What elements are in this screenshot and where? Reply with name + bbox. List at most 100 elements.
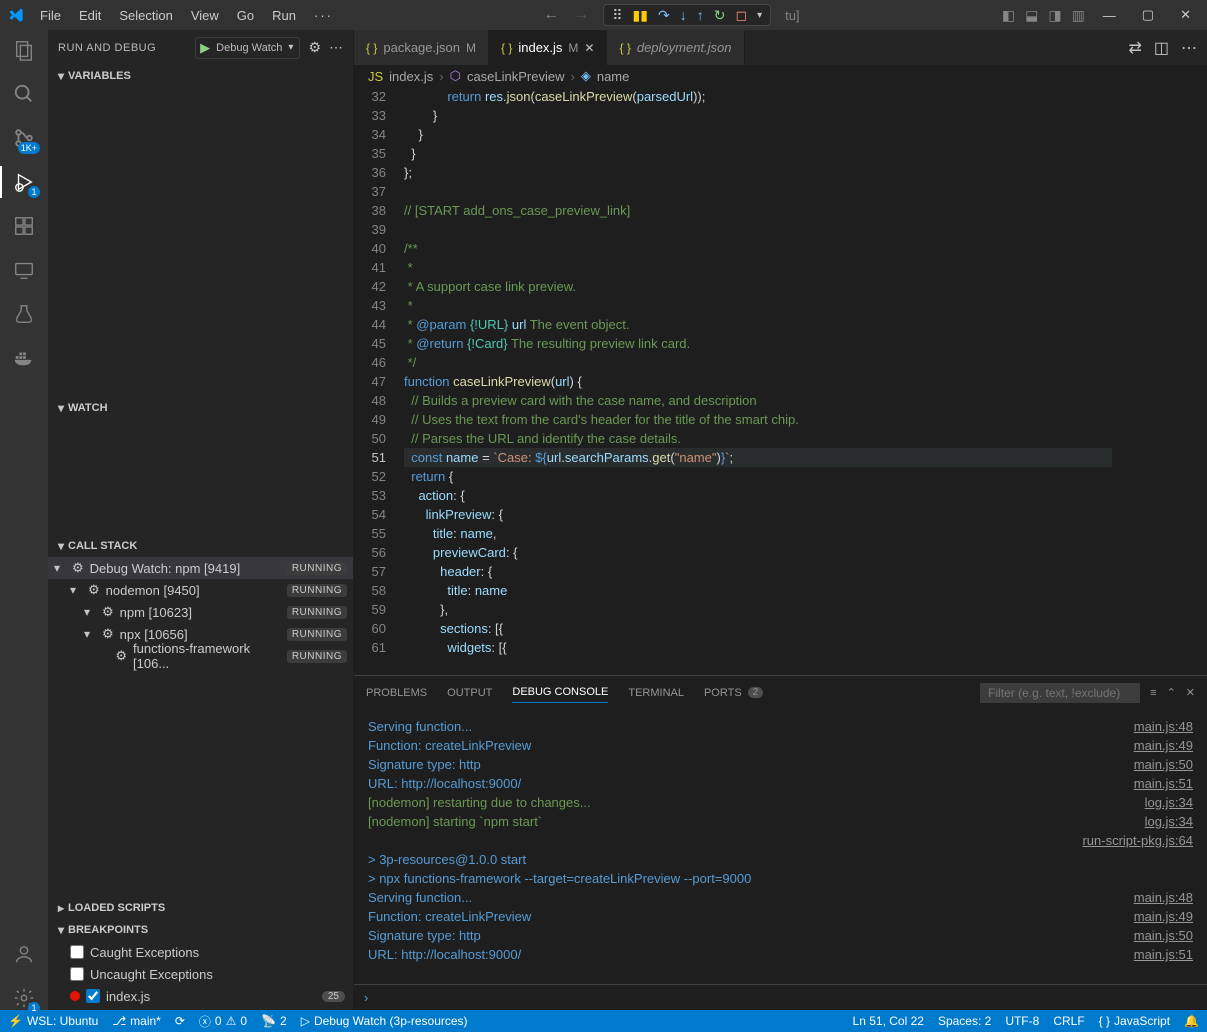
- variables-header[interactable]: ▾VARIABLES: [48, 65, 353, 87]
- pause-icon[interactable]: ▮▮: [633, 7, 648, 24]
- settings-badge: 1: [28, 1002, 40, 1014]
- debug-chevron-icon[interactable]: ▾: [757, 10, 762, 21]
- notifications-icon[interactable]: 🔔: [1184, 1014, 1199, 1028]
- settings-gear-icon[interactable]: 1: [12, 986, 36, 1010]
- step-out-icon[interactable]: ↑: [697, 7, 704, 23]
- source-control-icon[interactable]: 1K+: [12, 126, 36, 150]
- watch-header[interactable]: ▾WATCH: [48, 397, 353, 419]
- debug-more-icon[interactable]: ⋯: [329, 39, 343, 56]
- editor-tabs: { }package.jsonM{ }index.jsM✕{ }deployme…: [354, 30, 1207, 65]
- debug-status[interactable]: ▷ Debug Watch (3p-resources): [301, 1014, 468, 1028]
- title-bar: File Edit Selection View Go Run ··· ← → …: [0, 0, 1207, 30]
- window-close[interactable]: ✕: [1172, 5, 1199, 25]
- accounts-icon[interactable]: [12, 942, 36, 966]
- panel-collapse-icon[interactable]: ⌃: [1167, 682, 1176, 703]
- panel-filter-icon[interactable]: ≡: [1150, 683, 1156, 703]
- ports-count: 2: [748, 687, 764, 698]
- cursor-position[interactable]: Ln 51, Col 22: [853, 1014, 924, 1028]
- menu-selection[interactable]: Selection: [111, 4, 180, 27]
- debug-config-selector[interactable]: ▶ Debug Watch ▾: [195, 37, 300, 59]
- callstack-row[interactable]: ▾⚙Debug Watch: npm [9419]RUNNING: [48, 557, 353, 579]
- menu-file[interactable]: File: [32, 4, 69, 27]
- remote-indicator[interactable]: ⚡ WSL: Ubuntu: [8, 1014, 98, 1028]
- problems-indicator[interactable]: ⓧ 0 ⚠ 0: [199, 1013, 247, 1030]
- encoding[interactable]: UTF-8: [1005, 1014, 1039, 1028]
- remote-explorer-icon[interactable]: [12, 258, 36, 282]
- callstack-row[interactable]: ▾⚙npm [10623]RUNNING: [48, 601, 353, 623]
- tab-problems[interactable]: PROBLEMS: [366, 683, 427, 703]
- console-filter-input[interactable]: [980, 683, 1140, 703]
- bp-uncaught[interactable]: Uncaught Exceptions: [70, 963, 353, 985]
- layout-bottom-icon[interactable]: ⬓: [1025, 7, 1038, 24]
- start-debug-icon[interactable]: ▶: [200, 40, 210, 56]
- compare-icon[interactable]: ⇄: [1128, 38, 1141, 58]
- window-title-suffix: tu]: [785, 8, 799, 23]
- step-into-icon[interactable]: ↓: [680, 7, 687, 23]
- debug-console-output[interactable]: Serving function...main.js:48Function: c…: [354, 709, 1207, 984]
- bp-caught-checkbox[interactable]: [70, 945, 84, 959]
- git-sync[interactable]: ⟳: [175, 1014, 185, 1028]
- debug-badge: 1: [28, 186, 40, 198]
- breakpoints-header[interactable]: ▾BREAKPOINTS: [48, 919, 353, 941]
- debug-settings-icon[interactable]: ⚙: [308, 39, 321, 56]
- tab-terminal[interactable]: TERMINAL: [628, 683, 684, 703]
- chevron-down-icon[interactable]: ▾: [288, 42, 293, 53]
- editor-tab[interactable]: { }deployment.json: [607, 30, 744, 65]
- bp-uncaught-checkbox[interactable]: [70, 967, 84, 981]
- editor-group: { }package.jsonM{ }index.jsM✕{ }deployme…: [354, 30, 1207, 1010]
- scm-badge: 1K+: [18, 142, 40, 154]
- window-maximize[interactable]: ▢: [1134, 5, 1162, 25]
- callstack-header[interactable]: ▾CALL STACK: [48, 535, 353, 557]
- git-branch[interactable]: ⎇ main*: [112, 1014, 161, 1028]
- menu-edit[interactable]: Edit: [71, 4, 109, 27]
- layout-custom-icon[interactable]: ▥: [1072, 7, 1085, 24]
- tab-output[interactable]: OUTPUT: [447, 683, 492, 703]
- search-icon[interactable]: [12, 82, 36, 106]
- menu-more[interactable]: ···: [306, 4, 341, 27]
- editor-tab[interactable]: { }index.jsM✕: [489, 30, 608, 65]
- breadcrumb[interactable]: JS index.js› ⬡ caseLinkPreview› ◈ name: [354, 65, 1207, 87]
- nav-forward-icon[interactable]: →: [573, 6, 589, 24]
- explorer-icon[interactable]: [12, 38, 36, 62]
- panel-close-icon[interactable]: ✕: [1186, 682, 1195, 703]
- tab-debug-console[interactable]: DEBUG CONSOLE: [512, 682, 608, 703]
- callstack-row[interactable]: ⚙functions-framework [106...RUNNING: [48, 645, 353, 667]
- js-file-icon: JS: [368, 69, 383, 84]
- layout-right-icon[interactable]: ◨: [1048, 7, 1061, 24]
- menu-run[interactable]: Run: [264, 4, 304, 27]
- loadedscripts-header[interactable]: ▸LOADED SCRIPTS: [48, 897, 353, 919]
- drag-handle-icon[interactable]: ⠿: [612, 7, 622, 24]
- menu-go[interactable]: Go: [229, 4, 262, 27]
- nav-back-icon[interactable]: ←: [543, 6, 559, 24]
- tab-ports[interactable]: PORTS: [704, 683, 742, 703]
- bp-caught[interactable]: Caught Exceptions: [70, 941, 353, 963]
- testing-icon[interactable]: [12, 302, 36, 326]
- app-menu: File Edit Selection View Go Run ···: [32, 4, 341, 27]
- debug-console-input[interactable]: ›: [354, 984, 1207, 1010]
- tab-more-icon[interactable]: ⋯: [1181, 38, 1197, 58]
- method-icon: ⬡: [450, 68, 461, 84]
- step-over-icon[interactable]: ↷: [658, 7, 670, 24]
- menu-view[interactable]: View: [183, 4, 227, 27]
- restart-icon[interactable]: ↻: [714, 7, 726, 24]
- callstack-row[interactable]: ▾⚙nodemon [9450]RUNNING: [48, 579, 353, 601]
- bp-file[interactable]: index.js25: [70, 985, 353, 1007]
- split-editor-icon[interactable]: ◫: [1154, 38, 1169, 58]
- eol[interactable]: CRLF: [1053, 1014, 1084, 1028]
- bottom-panel: PROBLEMS OUTPUT DEBUG CONSOLE TERMINAL P…: [354, 675, 1207, 1010]
- minimap[interactable]: [1112, 87, 1207, 675]
- run-debug-icon[interactable]: 1: [12, 170, 36, 194]
- editor-tab[interactable]: { }package.jsonM: [354, 30, 489, 65]
- code-editor[interactable]: return res.json(caseLinkPreview(parsedUr…: [404, 87, 1112, 675]
- ports-indicator[interactable]: 📡 2: [261, 1014, 287, 1028]
- window-minimize[interactable]: —: [1095, 6, 1124, 25]
- stop-icon[interactable]: ◻: [735, 7, 747, 24]
- bp-file-checkbox[interactable]: [86, 989, 100, 1003]
- activity-bar: 1K+ 1 1: [0, 30, 48, 1010]
- language-mode[interactable]: { } JavaScript: [1099, 1014, 1170, 1028]
- layout-left-icon[interactable]: ◧: [1002, 7, 1015, 24]
- extensions-icon[interactable]: [12, 214, 36, 238]
- line-gutter[interactable]: 3233343536373839404142434445464748495051…: [354, 87, 404, 675]
- indentation[interactable]: Spaces: 2: [938, 1014, 991, 1028]
- docker-icon[interactable]: [12, 346, 36, 370]
